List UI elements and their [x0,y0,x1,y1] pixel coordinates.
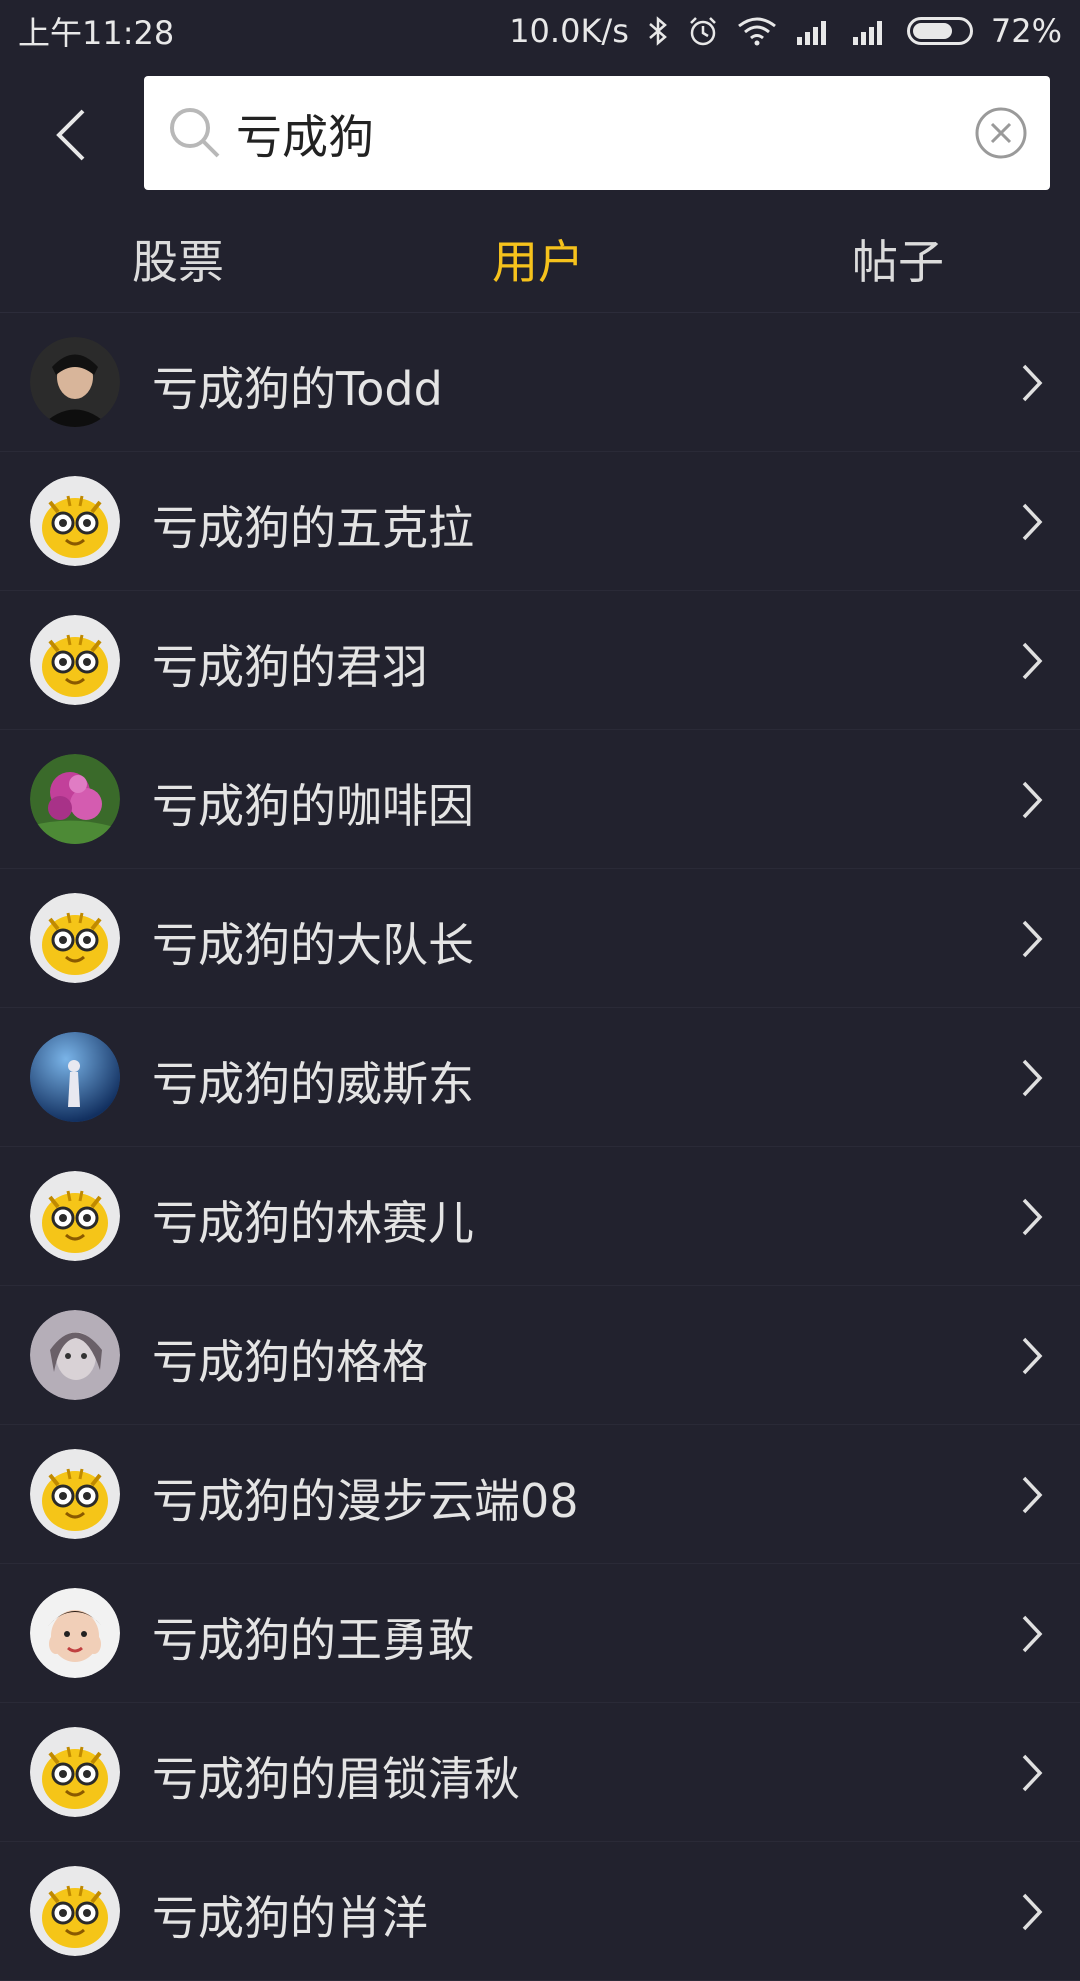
user-row[interactable]: 亏成狗的大队长 [0,869,1080,1008]
user-row[interactable]: 亏成狗的漫步云端08 [0,1425,1080,1564]
avatar [30,337,120,427]
user-row[interactable]: 亏成狗的王勇敢 [0,1564,1080,1703]
alarm-icon [687,15,719,47]
user-row[interactable]: 亏成狗的肖洋 [0,1842,1080,1981]
user-row[interactable]: 亏成狗的威斯东 [0,1008,1080,1147]
user-name: 亏成狗的咖啡因 [152,779,474,833]
avatar [30,615,120,705]
avatar [30,754,120,844]
chevron-left-icon [56,109,85,161]
user-row[interactable]: 亏成狗的咖啡因 [0,730,1080,869]
avatar [30,1588,120,1678]
signal-icon [851,17,889,45]
net-speed: 10.0K/s [509,12,629,50]
search-input[interactable] [234,98,1080,170]
user-name: 亏成狗的大队长 [152,918,474,972]
user-name: 亏成狗的王勇敢 [152,1613,474,1667]
tab-users[interactable]: 用户 [492,226,584,292]
clear-search-button[interactable] [974,106,1028,164]
chevron-right-icon [1020,1475,1044,1519]
user-name: 亏成狗的格格 [152,1335,428,1389]
tab-stocks[interactable]: 股票 [132,226,224,292]
battery-icon [906,17,973,45]
chevron-right-icon [1020,502,1044,546]
user-row[interactable]: 亏成狗的君羽 [0,591,1080,730]
user-row[interactable]: 亏成狗的眉锁清秋 [0,1703,1080,1842]
status-time: 上午11:28 [18,14,175,52]
avatar [30,1727,120,1817]
chevron-right-icon [1020,641,1044,685]
user-name: 亏成狗的眉锁清秋 [152,1752,520,1806]
avatar [30,1171,120,1261]
avatar [30,476,120,566]
battery-percent: 72% [990,12,1062,50]
user-row[interactable]: 亏成狗的格格 [0,1286,1080,1425]
avatar [30,893,120,983]
avatar [30,1449,120,1539]
user-row[interactable]: 亏成狗的Todd [0,313,1080,452]
chevron-right-icon [1020,1058,1044,1102]
bluetooth-icon [647,15,669,47]
user-name: 亏成狗的Todd [152,362,443,416]
avatar [30,1032,120,1122]
chevron-right-icon [1020,919,1044,963]
user-row[interactable]: 亏成狗的五克拉 [0,452,1080,591]
wifi-icon [737,16,777,46]
user-name: 亏成狗的君羽 [152,640,428,694]
battery-level [912,23,952,39]
user-name: 亏成狗的漫步云端08 [152,1474,579,1528]
chevron-right-icon [1020,363,1044,407]
user-name: 亏成狗的肖洋 [152,1891,428,1945]
chevron-right-icon [1020,1197,1044,1241]
status-icons: 10.0K/s 72% [509,12,1062,50]
avatar [30,1866,120,1956]
search-box[interactable] [144,76,1080,190]
user-name: 亏成狗的五克拉 [152,501,474,555]
status-bar: 上午11:28 10.0K/s 72% [0,0,1080,62]
user-name: 亏成狗的威斯东 [152,1057,474,1111]
signal-icon [795,17,833,45]
chevron-right-icon [1020,1614,1044,1658]
user-row[interactable]: 亏成狗的林赛儿 [0,1147,1080,1286]
tab-bar: 股票 用户 帖子 [0,202,1080,313]
chevron-right-icon [1020,1892,1044,1936]
user-list: 亏成狗的Todd 亏成狗的五克拉 亏成狗的君羽 亏成狗的咖啡因 亏成狗的大队长 亏成狗的威… [0,313,1080,1981]
tab-posts[interactable]: 帖子 [852,226,944,292]
header [0,62,1080,202]
avatar [30,1310,120,1400]
chevron-right-icon [1020,1336,1044,1380]
back-button[interactable] [36,100,106,170]
search-icon [168,106,222,164]
user-name: 亏成狗的林赛儿 [152,1196,474,1250]
close-circle-icon [975,107,1027,159]
chevron-right-icon [1020,1753,1044,1797]
chevron-right-icon [1020,780,1044,824]
